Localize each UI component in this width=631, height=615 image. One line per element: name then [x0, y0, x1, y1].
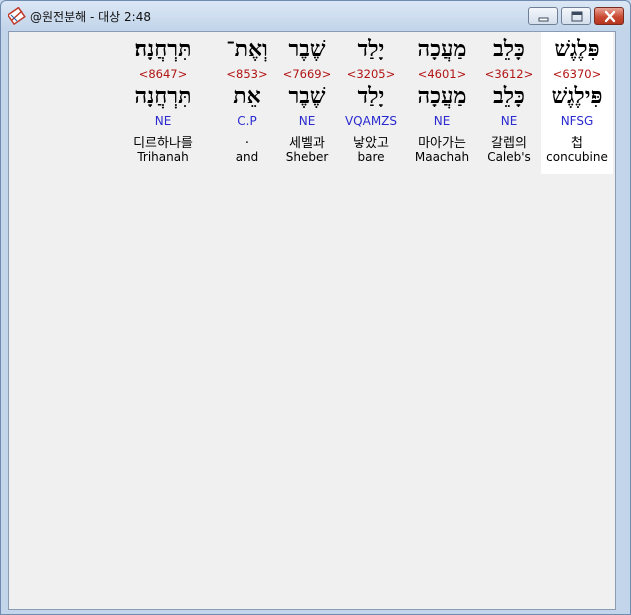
hebrew-lemma: אֵת	[233, 83, 261, 109]
word-column[interactable]: כָּלֵב <3612> כָּלֵב NE 갈렙의 Caleb's	[481, 32, 537, 174]
english-gloss: bare	[357, 150, 385, 164]
bible-app-icon[interactable]	[6, 6, 26, 26]
strong-number[interactable]: <7669>	[281, 67, 333, 81]
hebrew-lemma: תִּרְחֲנָה	[134, 83, 192, 109]
korean-gloss: 세벨과	[289, 136, 325, 151]
window-title: @원전분해 - 대상 2:48	[30, 10, 151, 24]
english-gloss: and	[235, 150, 259, 164]
morphology-code[interactable]: NE	[281, 114, 333, 128]
english-gloss: concubine	[546, 150, 608, 164]
morphology-code[interactable]: NE	[127, 114, 199, 128]
app-window: @원전분해 - 대상 2:48 תִּרְחֲנָה׃ <8647> תִּרְ…	[0, 0, 631, 615]
hebrew-text: תִּרְחֲנָה׃	[134, 36, 192, 62]
korean-gloss: 첩	[571, 136, 583, 151]
minimize-button[interactable]	[528, 7, 558, 25]
english-gloss: Caleb's	[487, 150, 531, 164]
word-column[interactable]: מַעֲכָה <4601> מַעֲכָה NE 마아가는 Maachah	[409, 32, 475, 174]
close-button[interactable]	[594, 7, 624, 25]
korean-gloss: 디르하나를	[133, 136, 193, 151]
word-column[interactable]: תִּרְחֲנָה׃ <8647> תִּרְחֲנָה NE 디르하나를 T…	[127, 32, 199, 174]
minimize-icon	[538, 17, 549, 22]
strong-number[interactable]: <6370>	[541, 67, 613, 81]
hebrew-text: מַעֲכָה	[417, 36, 467, 62]
maximize-icon	[571, 11, 583, 22]
hebrew-text: יָלַד	[357, 36, 385, 62]
morphology-code[interactable]: C.P	[219, 114, 275, 128]
hebrew-lemma: יָלַד	[357, 83, 385, 109]
word-column[interactable]: יָלַד <3205> יָלַד VQAMZS 낳았고 bare	[341, 32, 401, 174]
strong-number[interactable]: <3205>	[341, 67, 401, 81]
morphology-code[interactable]: NFSG	[541, 114, 613, 128]
strong-number[interactable]: <4601>	[409, 67, 475, 81]
word-column[interactable]: שֶׁבֶר <7669> שֶׁבֶר NE 세벨과 Sheber	[281, 32, 333, 174]
hebrew-text: שֶׁבֶר	[288, 36, 326, 62]
hebrew-text: וְאֶת־	[226, 36, 268, 62]
hebrew-text: כָּלֵב	[493, 36, 525, 62]
strong-number[interactable]: <3612>	[481, 67, 537, 81]
hebrew-lemma: פִּילֶגֶשׁ	[551, 83, 603, 109]
hebrew-lemma: שֶׁבֶר	[288, 83, 326, 109]
strong-number[interactable]: <8647>	[127, 67, 199, 81]
english-gloss: Maachah	[414, 150, 470, 164]
word-column[interactable]: וְאֶת־ <853> אֵת C.P . and	[219, 32, 275, 174]
english-gloss: Sheber	[285, 150, 329, 164]
english-gloss: Trihanah	[137, 150, 189, 164]
close-icon	[604, 10, 616, 23]
morphology-code[interactable]: VQAMZS	[341, 114, 401, 128]
strong-number[interactable]: <853>	[219, 67, 275, 81]
korean-gloss: 마아가는	[418, 136, 466, 151]
korean-gloss: 갈렙의	[491, 136, 527, 151]
morphology-code[interactable]: NE	[481, 114, 537, 128]
morphology-code[interactable]: NE	[409, 114, 475, 128]
hebrew-text: פִּלֶגֶשׁ	[554, 36, 600, 62]
korean-gloss: .	[244, 132, 250, 147]
korean-gloss: 낳았고	[353, 136, 389, 151]
hebrew-lemma: כָּלֵב	[493, 83, 525, 109]
maximize-button[interactable]	[561, 7, 591, 25]
title-bar[interactable]: @원전분해 - 대상 2:48	[1, 1, 630, 29]
hebrew-lemma: מַעֲכָה	[417, 83, 467, 109]
word-column-selected[interactable]: פִּלֶגֶשׁ <6370> פִּילֶגֶשׁ NFSG 첩 concu…	[541, 32, 613, 174]
interlinear-pane[interactable]: תִּרְחֲנָה׃ <8647> תִּרְחֲנָה NE 디르하나를 T…	[8, 31, 616, 610]
